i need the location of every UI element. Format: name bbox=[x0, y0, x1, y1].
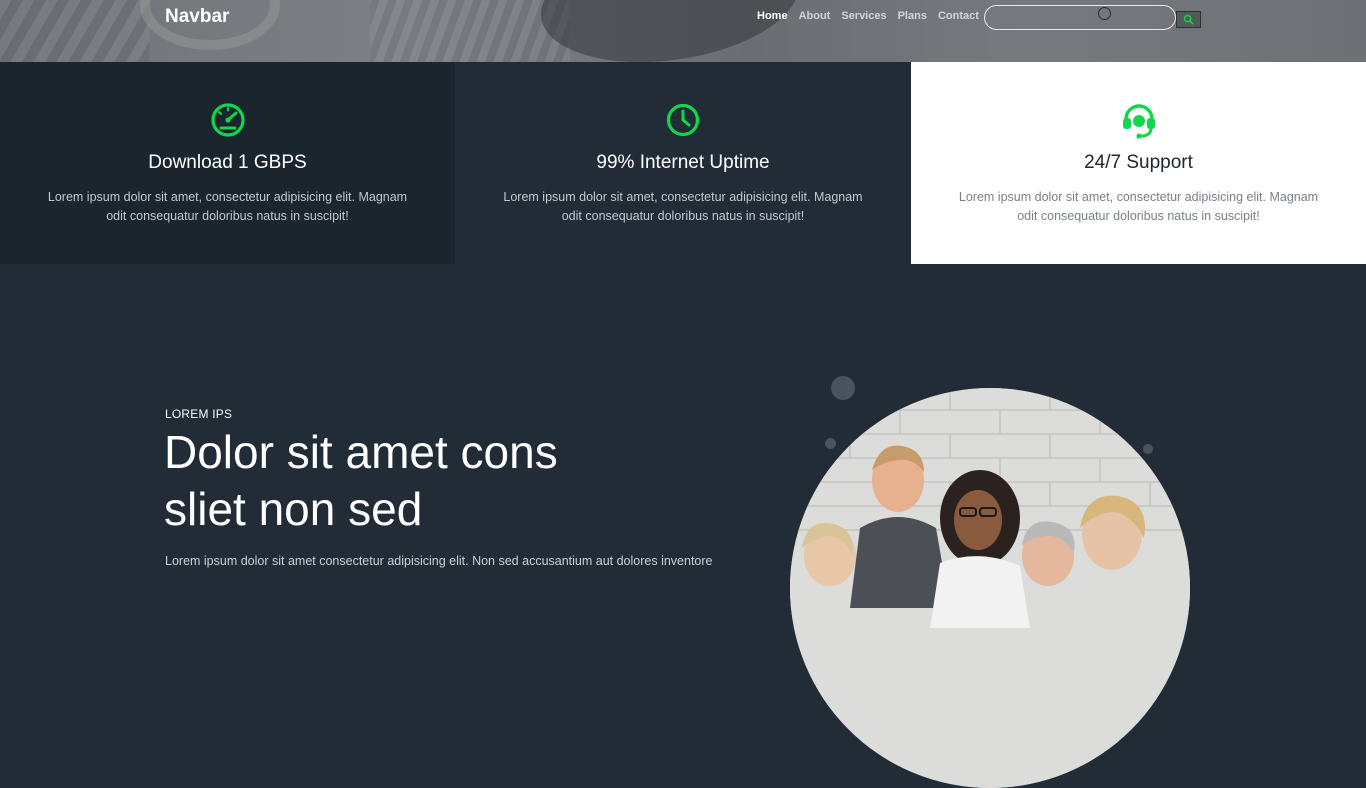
decorative-bubble bbox=[825, 438, 836, 449]
team-photo-illustration bbox=[790, 388, 1190, 788]
feature-text: Lorem ipsum dolor sit amet, consectetur … bbox=[958, 190, 1319, 223]
mouse-cursor bbox=[1098, 7, 1111, 20]
feature-title: 24/7 Support bbox=[1084, 152, 1193, 173]
nav-link-plans[interactable]: Plans bbox=[898, 10, 927, 22]
feature-text: Lorem ipsum dolor sit amet, consectetur … bbox=[47, 190, 408, 223]
feature-text: Lorem ipsum dolor sit amet, consectetur … bbox=[503, 190, 863, 223]
nav-links: Home About Services Plans Contact bbox=[757, 10, 990, 22]
nav-link-home[interactable]: Home bbox=[757, 10, 788, 22]
search-input[interactable] bbox=[984, 5, 1176, 30]
search-button[interactable] bbox=[1176, 11, 1201, 28]
hero-background-texture bbox=[0, 0, 150, 62]
headset-icon bbox=[1122, 104, 1155, 139]
feature-title: Download 1 GBPS bbox=[148, 152, 307, 173]
feature-title: 99% Internet Uptime bbox=[596, 152, 770, 173]
clock-icon bbox=[666, 103, 700, 137]
hero-background-texture bbox=[370, 0, 570, 62]
feature-card-support: 24/7 Support Lorem ipsum dolor sit amet,… bbox=[911, 62, 1366, 264]
decorative-bubble bbox=[1143, 444, 1153, 454]
decorative-bubble bbox=[831, 376, 855, 400]
search-icon bbox=[1183, 14, 1194, 25]
headline-line: sliet non sed bbox=[164, 483, 423, 535]
section-headline: Dolor sit amet cons sliet non sed bbox=[164, 424, 724, 538]
nav-link-about[interactable]: About bbox=[799, 10, 831, 22]
section-body-text: Lorem ipsum dolor sit amet consectetur a… bbox=[165, 554, 713, 568]
section-eyebrow: LOREM IPS bbox=[165, 407, 233, 421]
feature-card-download: Download 1 GBPS Lorem ipsum dolor sit am… bbox=[0, 62, 455, 264]
nav-link-contact[interactable]: Contact bbox=[938, 10, 979, 22]
nav-link-services[interactable]: Services bbox=[841, 10, 886, 22]
headline-line: Dolor sit amet cons bbox=[164, 426, 558, 478]
team-photo bbox=[790, 388, 1190, 788]
features-section: Download 1 GBPS Lorem ipsum dolor sit am… bbox=[0, 62, 1366, 264]
feature-card-uptime: 99% Internet Uptime Lorem ipsum dolor si… bbox=[455, 62, 911, 264]
navbar-brand[interactable]: Navbar bbox=[165, 6, 229, 28]
navbar: Navbar Home About Services Plans Contact bbox=[0, 0, 1366, 62]
speedometer-icon bbox=[210, 103, 245, 137]
